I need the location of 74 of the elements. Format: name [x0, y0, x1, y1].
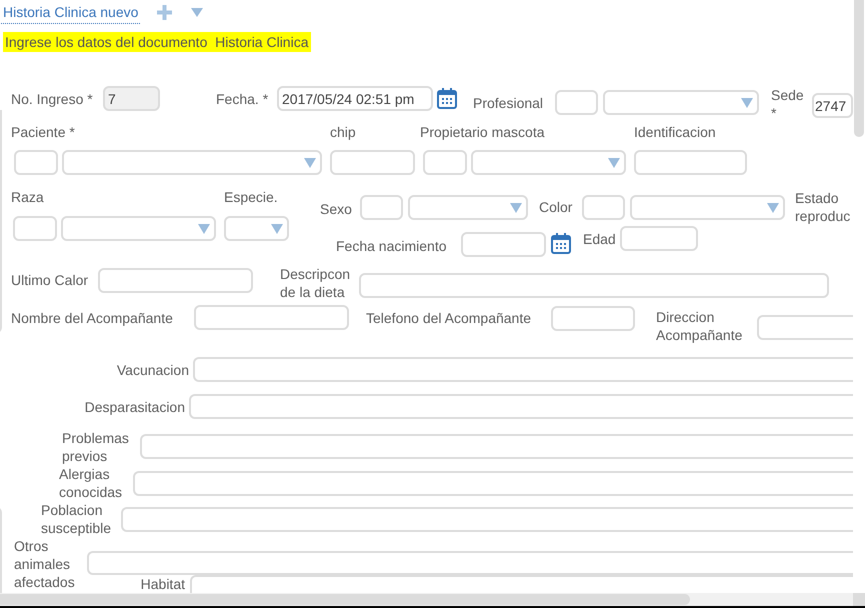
field-label: Propietario mascota: [420, 123, 545, 141]
code-field[interactable]: [360, 195, 403, 220]
field-label: Profesional: [473, 94, 544, 112]
plus-icon[interactable]: [157, 4, 172, 20]
text-field[interactable]: [330, 150, 415, 175]
caret-icon: [304, 158, 316, 168]
text-field[interactable]: [87, 551, 853, 575]
scrollbar-thumb[interactable]: [854, 0, 864, 137]
text-field[interactable]: 2747: [812, 93, 853, 118]
field-label: Estado reproduc: [795, 189, 852, 225]
field-label: Descripcon de la dieta: [280, 265, 352, 301]
select-field[interactable]: [630, 195, 785, 220]
field-label: Poblacion susceptible: [41, 501, 112, 537]
caret-icon: [510, 202, 522, 212]
code-field[interactable]: [14, 150, 58, 175]
field-label: Problemas previos: [62, 429, 130, 465]
text-field[interactable]: [757, 315, 853, 340]
field-label: Color: [539, 198, 572, 216]
text-field[interactable]: [121, 507, 853, 532]
scrollbar-thumb[interactable]: [0, 594, 690, 605]
field-label: Fecha nacimiento: [336, 237, 447, 255]
text-field[interactable]: [133, 471, 853, 496]
caret-icon: [767, 202, 779, 212]
text-field[interactable]: [190, 575, 853, 593]
text-field[interactable]: [194, 305, 349, 330]
field-label: Paciente *: [11, 123, 75, 141]
field-label: Especie.: [224, 188, 278, 206]
field-label: Edad: [583, 230, 616, 248]
field-label: Desparasitacion: [84, 398, 185, 416]
field-label: Telefono del Acompañante: [366, 309, 532, 327]
text-field[interactable]: [189, 394, 853, 419]
field-label: Alergias conocidas: [59, 465, 124, 501]
code-field[interactable]: [582, 195, 625, 220]
field-label: Otros animales afectados: [14, 537, 76, 591]
field-label: Direccion Acompañante: [656, 308, 744, 344]
caret-icon: [198, 224, 210, 234]
calendar-icon[interactable]: [437, 87, 457, 109]
field-label: Vacunacion: [116, 361, 189, 379]
field-label: Fecha. *: [216, 90, 268, 108]
title-link[interactable]: Historia Clinica nuevo: [1, 2, 140, 24]
select-field[interactable]: [471, 150, 626, 175]
field-label: Raza: [11, 188, 44, 206]
select-field[interactable]: [603, 90, 759, 115]
code-field[interactable]: [13, 216, 57, 241]
select-field[interactable]: [61, 216, 216, 241]
text-field[interactable]: [634, 150, 747, 175]
field-label: Habitat: [140, 575, 185, 593]
field-label: No. Ingreso *: [11, 90, 93, 108]
text-field[interactable]: [98, 268, 253, 293]
code-field[interactable]: [423, 150, 467, 175]
caret-icon: [608, 158, 620, 168]
text-field[interactable]: [359, 273, 829, 298]
text-field[interactable]: 2017/05/24 02:51 pm: [277, 86, 433, 111]
calendar-icon[interactable]: [551, 232, 571, 254]
text-field[interactable]: [193, 357, 853, 382]
field-label: Sede *: [771, 86, 805, 122]
select-field[interactable]: [62, 150, 322, 175]
caret-icon: [271, 224, 283, 234]
field-label: Identificacion: [634, 123, 716, 141]
text-field[interactable]: [140, 434, 853, 459]
highlighted-notice: Ingrese los datos del documento Historia Clinica: [3, 32, 310, 52]
scrollbar-corner: [853, 593, 865, 606]
select-field[interactable]: [408, 195, 528, 220]
caret-icon: [741, 98, 753, 108]
code-field[interactable]: [555, 90, 598, 115]
text-field[interactable]: [461, 232, 546, 257]
field-label: Nombre del Acompañante: [11, 309, 173, 327]
field-label: Ultimo Calor: [11, 271, 88, 289]
select-field[interactable]: [224, 216, 289, 241]
field-label: Sexo: [320, 200, 352, 218]
text-field[interactable]: [620, 226, 698, 251]
caret-icon[interactable]: [191, 8, 204, 16]
field-label: chip: [330, 123, 356, 141]
text-field[interactable]: [551, 306, 635, 331]
